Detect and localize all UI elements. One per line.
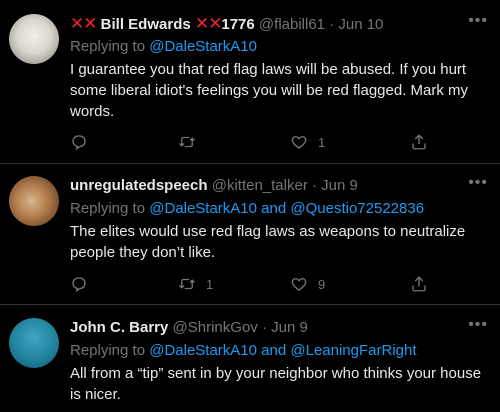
reply-button[interactable] bbox=[70, 132, 88, 152]
share-button[interactable] bbox=[410, 274, 428, 294]
tweet[interactable]: unregulatedspeech @kitten_talker · Jun 9… bbox=[0, 164, 500, 305]
tweet-actions: 1 bbox=[70, 132, 430, 152]
replying-to: Replying to @DaleStarkA10 and @LeaningFa… bbox=[70, 340, 417, 362]
share-icon bbox=[412, 134, 426, 150]
reply-button[interactable] bbox=[70, 274, 88, 294]
tweet-text: I guarantee you that red flag laws will … bbox=[70, 61, 469, 120]
mention-link[interactable]: @Questio72522836 bbox=[290, 200, 424, 217]
cross-mark-icon: ✕✕ bbox=[194, 14, 222, 33]
mention-link[interactable]: @DaleStarkA10 bbox=[149, 200, 257, 217]
replying-to: Replying to @DaleStarkA10 bbox=[70, 36, 257, 58]
tweet-feed: ✕✕ Bill Edwards ✕✕1776 @flabill61 · Jun … bbox=[0, 0, 500, 412]
like-count: 1 bbox=[318, 134, 326, 150]
display-name[interactable]: John C. Barry bbox=[70, 319, 168, 336]
tweet-text: The elites would use red flag laws as we… bbox=[70, 223, 466, 261]
replying-to: Replying to @DaleStarkA10 and @Questio72… bbox=[70, 198, 424, 220]
display-name[interactable]: unregulatedspeech bbox=[70, 177, 208, 194]
retweet-icon bbox=[179, 278, 195, 290]
reply-icon bbox=[72, 135, 86, 151]
tweet-header: unregulatedspeech @kitten_talker · Jun 9 bbox=[70, 175, 358, 197]
retweet-button[interactable] bbox=[178, 132, 196, 152]
separator: · bbox=[312, 177, 317, 194]
user-handle[interactable]: @kitten_talker bbox=[212, 177, 308, 194]
tweet-actions: 1 9 bbox=[70, 274, 430, 294]
tweet-text: All from a “tip” sent in by your neighbo… bbox=[70, 365, 482, 403]
mention-link[interactable]: @DaleStarkA10 bbox=[149, 38, 257, 55]
separator: · bbox=[261, 319, 267, 336]
mention-link[interactable]: @DaleStarkA10 bbox=[149, 342, 257, 359]
user-handle[interactable]: @ShrinkGov bbox=[173, 319, 258, 336]
retweet-icon bbox=[179, 136, 195, 148]
tweet[interactable]: ✕✕ Bill Edwards ✕✕1776 @flabill61 · Jun … bbox=[0, 0, 500, 164]
more-icon[interactable]: ••• bbox=[468, 317, 488, 333]
retweet-count: 1 bbox=[206, 276, 214, 292]
replying-label: Replying to bbox=[70, 38, 146, 55]
timestamp[interactable]: Jun 10 bbox=[338, 16, 383, 33]
avatar[interactable] bbox=[9, 318, 59, 368]
replying-label: Replying to bbox=[70, 200, 146, 217]
timestamp[interactable]: Jun 9 bbox=[271, 319, 308, 336]
mention-link[interactable]: @LeaningFarRight bbox=[290, 342, 416, 359]
replying-label: Replying to bbox=[70, 342, 146, 359]
timestamp[interactable]: Jun 9 bbox=[321, 177, 358, 194]
tweet[interactable]: John C. Barry @ShrinkGov · Jun 9 ••• Rep… bbox=[0, 305, 500, 412]
display-name-suffix[interactable]: 1776 bbox=[221, 16, 254, 33]
heart-icon bbox=[291, 136, 307, 149]
tweet-header: John C. Barry @ShrinkGov · Jun 9 bbox=[70, 317, 308, 339]
mention-joiner: and bbox=[261, 200, 287, 217]
like-button[interactable]: 1 bbox=[290, 132, 325, 152]
like-count: 9 bbox=[318, 276, 326, 292]
share-button[interactable] bbox=[410, 132, 428, 152]
avatar[interactable] bbox=[9, 14, 59, 64]
user-handle[interactable]: @flabill61 bbox=[259, 16, 325, 33]
like-button[interactable]: 9 bbox=[290, 274, 325, 294]
avatar[interactable] bbox=[9, 176, 59, 226]
mention-joiner: and bbox=[261, 342, 287, 359]
tweet-header: ✕✕ Bill Edwards ✕✕1776 @flabill61 · Jun … bbox=[70, 13, 383, 35]
more-icon[interactable]: ••• bbox=[468, 175, 488, 191]
heart-icon bbox=[291, 278, 307, 291]
separator: · bbox=[329, 16, 335, 33]
cross-mark-icon: ✕✕ bbox=[70, 14, 97, 33]
more-icon[interactable]: ••• bbox=[468, 13, 488, 29]
reply-icon bbox=[72, 277, 86, 293]
retweet-button[interactable]: 1 bbox=[178, 274, 213, 294]
display-name[interactable]: Bill Edwards bbox=[101, 16, 191, 33]
share-icon bbox=[412, 276, 426, 292]
